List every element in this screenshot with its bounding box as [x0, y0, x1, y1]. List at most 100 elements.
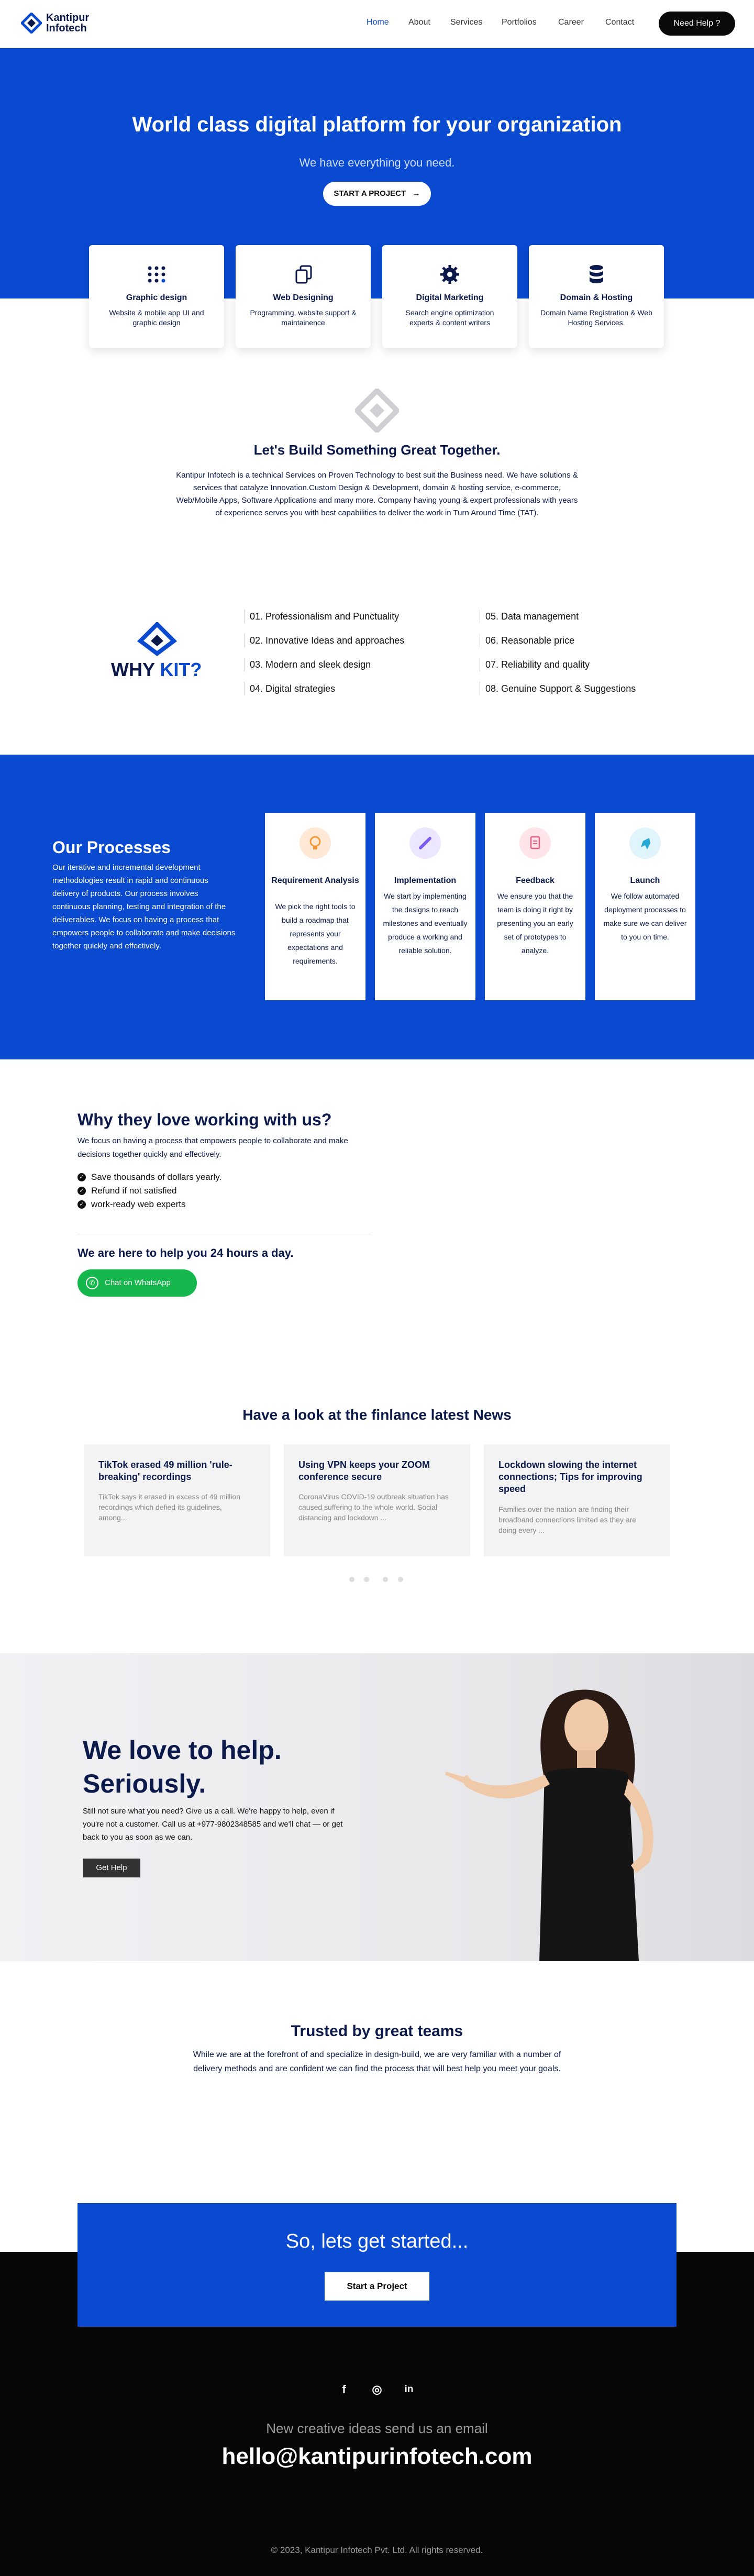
about-title: Let's Build Something Great Together.	[253, 442, 501, 458]
check-label: Refund if not satisfied	[91, 1186, 177, 1196]
service-title: Domain & Hosting	[560, 293, 633, 302]
why-kit-logo-icon	[137, 622, 177, 656]
service-desc: Domain Name Registration & Web Hosting S…	[540, 308, 652, 327]
process-desc: We start by implementing the designs to …	[383, 892, 468, 955]
news-card-desc: CoronaVirus COVID-19 outbreak situation …	[298, 1492, 449, 1522]
process-card-feedback: Feedback We ensure you that the team is …	[485, 813, 585, 1000]
database-icon	[590, 265, 603, 283]
why-item: 06. Reasonable price	[480, 634, 574, 647]
process-title: Implementation	[394, 876, 457, 885]
help-title-line1: We love to help.	[83, 1735, 282, 1765]
service-title: Web Designing	[273, 293, 334, 302]
why-item: 03. Modern and sleek design	[244, 658, 371, 671]
process-card-launch: Launch We follow automated deployment pr…	[595, 813, 695, 1000]
process-card-implementation: Implementation We start by implementing …	[375, 813, 475, 1000]
service-desc: Website & mobile app UI and graphic desi…	[109, 308, 204, 327]
help-24-heading: We are here to help you 24 hours a day.	[77, 1246, 294, 1259]
service-card-graphic-design[interactable]: Graphic design Website & mobile app UI a…	[89, 245, 224, 348]
check-label: work-ready web experts	[91, 1199, 186, 1209]
service-card-digital-marketing[interactable]: Digital Marketing Search engine optimiza…	[382, 245, 517, 348]
lightbulb-icon	[300, 827, 331, 859]
why-item: 04. Digital strategies	[244, 682, 335, 695]
why-item: 01. Professionalism and Punctuality	[244, 610, 399, 623]
carousel-dot[interactable]	[364, 1577, 369, 1582]
why-title-prefix: WHY	[111, 659, 160, 680]
nav-portfolios[interactable]: Portfolios	[502, 18, 537, 27]
processes-title: Our Processes	[52, 838, 171, 857]
process-desc: We follow automated deployment processes…	[603, 892, 687, 941]
news-card-desc: TikTok says it erased in excess of 49 mi…	[98, 1492, 241, 1522]
about-text: Kantipur Infotech is a technical Service…	[176, 471, 578, 517]
cta-title: So, lets get started...	[285, 2230, 469, 2252]
carousel-dot[interactable]	[349, 1577, 354, 1582]
pencil-icon	[409, 827, 441, 859]
grid-dots-icon	[148, 266, 165, 283]
nav-services[interactable]: Services	[450, 18, 482, 27]
nav-about[interactable]: About	[408, 18, 430, 27]
news-card-title: Lockdown slowing the internet connection…	[498, 1460, 642, 1494]
service-desc: Programming, website support & maintaine…	[250, 308, 357, 327]
woman-pointing-image	[445, 1689, 653, 1961]
service-card-web-designing[interactable]: Web Designing Programming, website suppo…	[236, 245, 371, 348]
process-title: Launch	[630, 876, 660, 885]
news-card-title: TikTok erased 49 million 'rule-breaking'…	[98, 1460, 232, 1482]
service-title: Graphic design	[126, 293, 187, 302]
news-card[interactable]: Lockdown slowing the internet connection…	[484, 1444, 670, 1556]
facebook-icon[interactable]: f	[336, 2382, 352, 2397]
news-title: Have a look at the finlance latest News	[242, 1407, 512, 1423]
process-title: Feedback	[516, 876, 555, 885]
nav-home[interactable]: Home	[367, 18, 389, 27]
service-card-domain-hosting[interactable]: Domain & Hosting Domain Name Registratio…	[529, 245, 664, 348]
news-card[interactable]: Using VPN keeps your ZOOM conference sec…	[284, 1444, 470, 1556]
check-circle-icon: ✓	[77, 1200, 86, 1209]
process-desc: We pick the right tools to build a roadm…	[275, 902, 356, 965]
carousel-dot[interactable]	[383, 1577, 388, 1582]
rocket-icon	[629, 827, 661, 859]
need-help-button[interactable]: Need Help ?	[659, 12, 735, 36]
instagram-icon[interactable]: ◎	[369, 2382, 385, 2397]
processes-text: Our iterative and incremental developmen…	[52, 863, 236, 950]
logo-line-2: Infotech	[46, 23, 87, 34]
contact-email-link[interactable]: hello@kantipurinfotech.com	[0, 2444, 754, 2470]
arrow-right-icon: →	[408, 189, 420, 198]
process-title: Requirement Analysis	[271, 876, 359, 885]
carousel-dot[interactable]	[398, 1577, 403, 1582]
news-card-desc: Families over the nation are finding the…	[498, 1505, 637, 1534]
whatsapp-icon: ✆	[86, 1277, 98, 1289]
get-help-button[interactable]: Get Help	[83, 1859, 140, 1877]
copyright: © 2023, Kantipur Infotech Pvt. Ltd. All …	[271, 2545, 483, 2555]
logo-text: Kantipur Infotech	[46, 13, 104, 34]
cta-banner: So, lets get started... Start a Project	[77, 2203, 677, 2327]
document-icon	[519, 827, 551, 859]
whatsapp-chat-button[interactable]: ✆ Chat on WhatsApp	[77, 1269, 197, 1297]
start-project-cta-button[interactable]: Start a Project	[325, 2272, 429, 2301]
hero-title: World class digital platform for your or…	[132, 113, 622, 136]
why-item: 05. Data management	[480, 610, 579, 623]
check-circle-icon: ✓	[77, 1173, 86, 1181]
copy-pages-icon	[295, 265, 312, 284]
why-item: 07. Reliability and quality	[480, 658, 590, 671]
check-item: ✓ Save thousands of dollars yearly.	[77, 1172, 221, 1182]
nav-contact[interactable]: Contact	[605, 18, 634, 27]
start-project-button[interactable]: START A PROJECT →	[323, 182, 431, 206]
logo-line-1: Kantipur	[46, 12, 90, 24]
service-desc: Search engine optimization experts & con…	[405, 308, 494, 327]
logo[interactable]: Kantipur Infotech	[21, 13, 104, 34]
why-title-accent: KIT?	[160, 659, 202, 680]
nav-career[interactable]: Career	[558, 18, 584, 27]
trusted-text: While we are at the forefront of and spe…	[193, 2050, 561, 2073]
news-card[interactable]: TikTok erased 49 million 'rule-breaking'…	[84, 1444, 270, 1556]
process-desc: We ensure you that the team is doing it …	[497, 892, 573, 955]
linkedin-icon[interactable]: in	[401, 2382, 417, 2397]
site-header: Kantipur Infotech Home About Services Po…	[0, 0, 754, 48]
love-title: Why they love working with us?	[77, 1110, 332, 1129]
page: Kantipur Infotech Home About Services Po…	[0, 0, 754, 2576]
why-item: 02. Innovative Ideas and approaches	[244, 634, 404, 647]
process-card-requirement: Requirement Analysis We pick the right t…	[265, 813, 365, 1000]
start-project-label: START A PROJECT	[334, 189, 406, 198]
trusted-title: Trusted by great teams	[291, 2022, 463, 2040]
help-title-line2: Seriously.	[83, 1769, 206, 1798]
love-text: We focus on having a process that empowe…	[77, 1136, 348, 1159]
help-title: We love to help. Seriously.	[83, 1733, 282, 1800]
service-title: Digital Marketing	[416, 293, 484, 302]
